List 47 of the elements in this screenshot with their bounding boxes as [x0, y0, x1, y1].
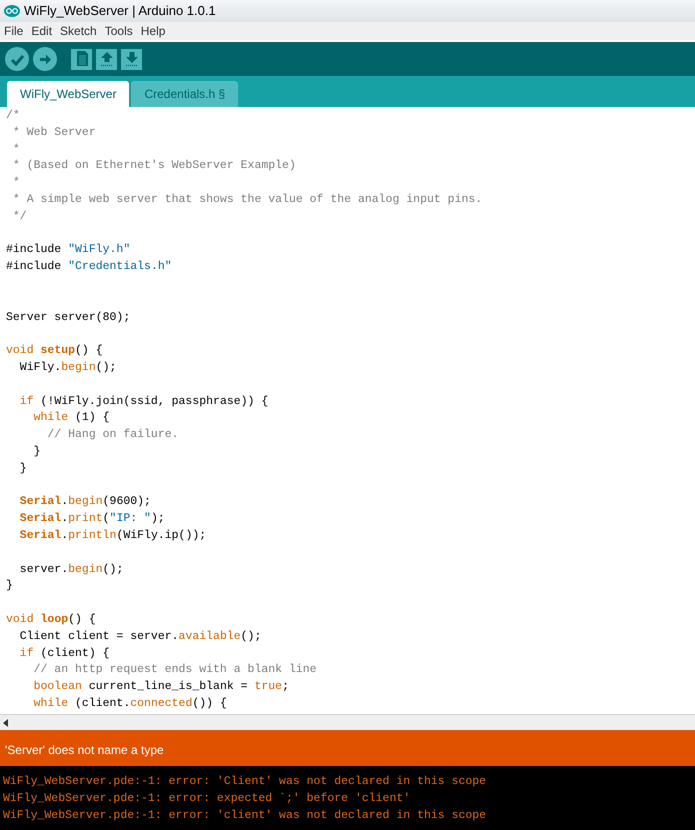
open-button[interactable] [96, 48, 117, 70]
code-line: } [32, 444, 42, 460]
menu-item[interactable]: File [4, 22, 24, 40]
code-line: Serial.print("IP: "); [18, 511, 166, 528]
code-line: * (Based on Ethernet's WebServer Example) [12, 158, 297, 174]
code-line: Serial.begin(9600); [18, 494, 152, 510]
code-line: if (!WiFly.join(ssid, passphrase)) { [18, 394, 270, 410]
code-line: boolean current_line_is_blank = true; [32, 679, 290, 696]
code-line: void setup() { [6, 343, 104, 360]
code-line: } [18, 460, 28, 477]
code-line: if (client) { [18, 646, 111, 662]
code-line: #include "Credentials.h" [6, 259, 173, 276]
upload-button[interactable] [33, 47, 57, 71]
code-line: * A simple web server that shows the value of the analog input pins. [12, 192, 484, 208]
new-button[interactable] [71, 48, 92, 70]
menu-item[interactable]: Help [140, 22, 166, 40]
error-message: 'Server' does not name a type [5, 742, 164, 759]
code-line: * Web Server [12, 124, 97, 141]
horizontal-scrollbar[interactable] [0, 714, 695, 730]
code-line: server.begin(); [18, 562, 124, 578]
window-title: WiFly_WebServer | Arduino 1.0.1 [24, 2, 216, 20]
app-logo-icon [4, 5, 20, 17]
code-line: /* [6, 108, 21, 124]
code-line: #include "WiFly.h" [6, 242, 132, 258]
menu-item[interactable]: Sketch [60, 22, 97, 40]
menu-item[interactable]: Tools [104, 22, 133, 40]
code-line: // Hang on failure. [46, 427, 180, 444]
verify-button[interactable] [5, 47, 29, 71]
code-line: Serial.println(WiFly.ip()); [18, 528, 208, 544]
scroll-left-icon[interactable] [3, 718, 8, 726]
code-line: while (client.connected()) { [32, 696, 228, 712]
code-line: * [12, 142, 21, 158]
editor-tab[interactable]: WiFly_WebServer [7, 81, 130, 107]
console-line: WiFly_WebServer.pde:-1: error: 'client' was not declared in this scope [3, 808, 488, 824]
code-line: } [6, 578, 14, 594]
code-line: Server server(80); [6, 310, 132, 326]
code-line: * [12, 175, 21, 192]
console-line: WiFly_WebServer.pde:-1: error: expected `;' before 'client' [3, 791, 412, 807]
console-line: WiFly_WebServer.pde:-1: error: 'Client' was not declared in this scope [3, 774, 488, 790]
code-line: // an http request ends with a blank line [32, 662, 318, 678]
save-button[interactable] [121, 48, 142, 70]
code-line: WiFly.begin(); [18, 360, 118, 376]
menu-item[interactable]: Edit [31, 22, 52, 40]
code-line: while (1) { [32, 410, 111, 426]
code-line: */ [12, 208, 28, 225]
code-line: Client client = server.available(); [18, 628, 262, 645]
code-line: void loop() { [6, 612, 97, 628]
